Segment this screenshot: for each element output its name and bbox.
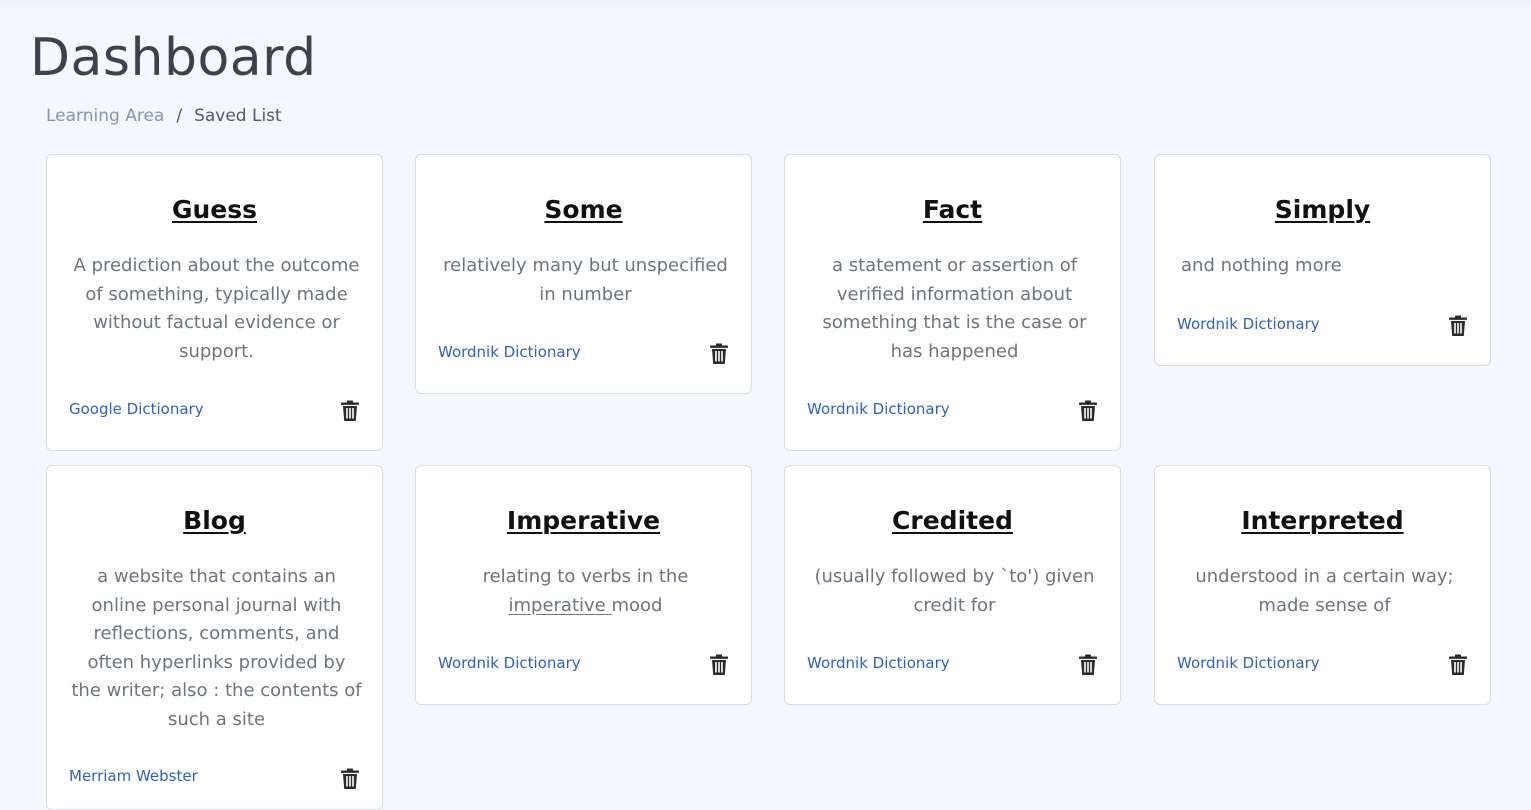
word-definition: (usually followed by `to') given credit … (814, 566, 1095, 616)
word-card-fact: Fact a statement or assertion of verifie… (784, 154, 1121, 451)
word-card-some: Some relatively many but unspecified in … (415, 154, 752, 394)
page-title: Dashboard (30, 28, 317, 88)
word-card-simply: Simply and nothing more Wordnik Dictiona… (1154, 154, 1491, 366)
trash-icon[interactable] (340, 400, 360, 422)
breadcrumb-saved-list: Saved List (194, 106, 282, 126)
breadcrumb: Learning Area / Saved List (46, 106, 282, 126)
trash-icon[interactable] (1448, 315, 1468, 337)
definition-text: relating to verbs in the (482, 566, 689, 587)
trash-icon[interactable] (709, 343, 729, 365)
word-title[interactable]: Guess (47, 195, 382, 224)
source-link[interactable]: Wordnik Dictionary (807, 400, 950, 418)
source-link[interactable]: Google Dictionary (69, 400, 204, 418)
word-definition: relatively many but unspecified in numbe… (443, 255, 728, 305)
breadcrumb-separator: / (176, 106, 183, 126)
word-card-blog: Blog a website that contains an online p… (46, 465, 383, 810)
word-definition: and nothing more (1181, 255, 1342, 276)
source-link[interactable]: Wordnik Dictionary (438, 343, 581, 361)
word-card-guess: Guess A prediction about the outcome of … (46, 154, 383, 451)
word-title[interactable]: Interpreted (1155, 506, 1490, 535)
trash-icon[interactable] (1078, 400, 1098, 422)
breadcrumb-learning-area[interactable]: Learning Area (46, 106, 164, 126)
word-card-imperative: Imperative relating to verbs in the impe… (415, 465, 752, 705)
word-title[interactable]: Fact (785, 195, 1120, 224)
word-card-interpreted: Interpreted understood in a certain way;… (1154, 465, 1491, 705)
word-title[interactable]: Some (416, 195, 751, 224)
word-card-credited: Credited (usually followed by `to') give… (784, 465, 1121, 705)
word-title[interactable]: Simply (1155, 195, 1490, 224)
source-link[interactable]: Wordnik Dictionary (1177, 654, 1320, 672)
word-definition: understood in a certain way; made sense … (1195, 566, 1454, 616)
source-link[interactable]: Wordnik Dictionary (807, 654, 950, 672)
word-definition: a statement or assertion of verified inf… (822, 255, 1087, 362)
trash-icon[interactable] (340, 768, 360, 790)
trash-icon[interactable] (1448, 654, 1468, 676)
word-title[interactable]: Blog (47, 506, 382, 535)
trash-icon[interactable] (709, 654, 729, 676)
word-definition: relating to verbs in the imperative mood (440, 563, 731, 620)
source-link[interactable]: Wordnik Dictionary (1177, 315, 1320, 333)
source-link[interactable]: Wordnik Dictionary (438, 654, 581, 672)
word-title[interactable]: Credited (785, 506, 1120, 535)
definition-text: mood (611, 594, 663, 616)
word-title[interactable]: Imperative (416, 506, 751, 535)
source-link[interactable]: Merriam Webster (69, 767, 198, 785)
definition-link[interactable]: imperative (509, 595, 612, 616)
top-bar (0, 0, 1531, 4)
trash-icon[interactable] (1078, 654, 1098, 676)
word-definition: A prediction about the outcome of someth… (73, 255, 360, 362)
word-definition: a website that contains an online person… (71, 566, 362, 730)
